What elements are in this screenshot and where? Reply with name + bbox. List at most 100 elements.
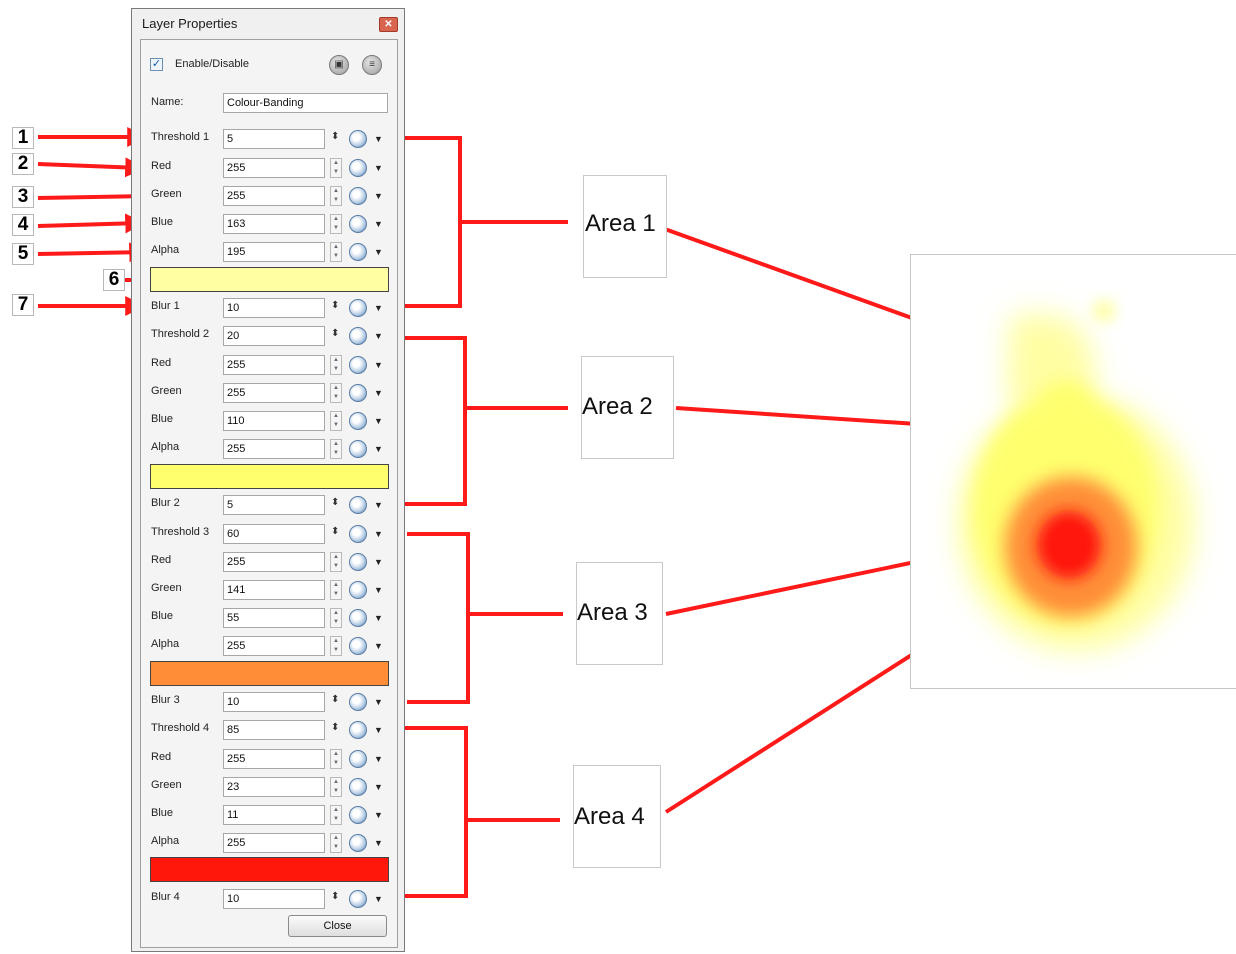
green-4-function-icon[interactable] (349, 778, 367, 796)
blue-1-spinner[interactable]: ▲ ▼ (330, 214, 342, 234)
red-3-field[interactable]: 255 (223, 552, 325, 572)
threshold-1-function-icon[interactable] (349, 130, 367, 148)
red-4-dropdown-icon[interactable]: ▼ (374, 754, 383, 764)
threshold-3-function-icon[interactable] (349, 525, 367, 543)
alpha-3-dropdown-icon[interactable]: ▼ (374, 641, 383, 651)
threshold-2-stepper-icon[interactable]: ⬍ (331, 328, 339, 339)
colour-swatch-4[interactable] (150, 857, 389, 882)
blur-2-dropdown-icon[interactable]: ▼ (374, 500, 383, 510)
blue-1-field[interactable]: 163 (223, 214, 325, 234)
red-1-function-icon[interactable] (349, 159, 367, 177)
blur-1-stepper-icon[interactable]: ⬍ (331, 300, 339, 311)
blur-4-dropdown-icon[interactable]: ▼ (374, 894, 383, 904)
green-3-dropdown-icon[interactable]: ▼ (374, 585, 383, 595)
green-1-function-icon[interactable] (349, 187, 367, 205)
threshold-4-field[interactable]: 85 (223, 720, 325, 740)
blur-1-function-icon[interactable] (349, 299, 367, 317)
blur-4-stepper-icon[interactable]: ⬍ (331, 891, 339, 902)
threshold-2-field[interactable]: 20 (223, 326, 325, 346)
red-3-dropdown-icon[interactable]: ▼ (374, 557, 383, 567)
red-4-field[interactable]: 255 (223, 749, 325, 769)
blue-3-field[interactable]: 55 (223, 608, 325, 628)
alpha-1-dropdown-icon[interactable]: ▼ (374, 247, 383, 257)
alpha-3-spinner[interactable]: ▲ ▼ (330, 636, 342, 656)
blue-2-dropdown-icon[interactable]: ▼ (374, 416, 383, 426)
red-2-function-icon[interactable] (349, 356, 367, 374)
blue-1-dropdown-icon[interactable]: ▼ (374, 219, 383, 229)
blur-3-field[interactable]: 10 (223, 692, 325, 712)
alpha-1-function-icon[interactable] (349, 243, 367, 261)
threshold-4-stepper-icon[interactable]: ⬍ (331, 722, 339, 733)
green-1-field[interactable]: 255 (223, 186, 325, 206)
green-2-field[interactable]: 255 (223, 383, 325, 403)
threshold-1-stepper-icon[interactable]: ⬍ (331, 131, 339, 142)
alpha-3-field[interactable]: 255 (223, 636, 325, 656)
name-field[interactable]: Colour-Banding (223, 93, 388, 113)
alpha-2-spinner[interactable]: ▲ ▼ (330, 439, 342, 459)
red-3-function-icon[interactable] (349, 553, 367, 571)
alpha-2-function-icon[interactable] (349, 440, 367, 458)
blur-4-field[interactable]: 10 (223, 889, 325, 909)
green-3-spinner[interactable]: ▲ ▼ (330, 580, 342, 600)
green-4-field[interactable]: 23 (223, 777, 325, 797)
threshold-3-field[interactable]: 60 (223, 524, 325, 544)
alpha-4-field[interactable]: 255 (223, 833, 325, 853)
blue-1-function-icon[interactable] (349, 215, 367, 233)
lock-icon[interactable]: ▣ (329, 55, 349, 75)
blur-2-field[interactable]: 5 (223, 495, 325, 515)
threshold-2-function-icon[interactable] (349, 327, 367, 345)
close-x-icon[interactable]: ✕ (379, 17, 398, 32)
red-1-dropdown-icon[interactable]: ▼ (374, 163, 383, 173)
blue-2-field[interactable]: 110 (223, 411, 325, 431)
green-2-function-icon[interactable] (349, 384, 367, 402)
green-4-dropdown-icon[interactable]: ▼ (374, 782, 383, 792)
blue-4-field[interactable]: 11 (223, 805, 325, 825)
blur-2-stepper-icon[interactable]: ⬍ (331, 497, 339, 508)
threshold-3-dropdown-icon[interactable]: ▼ (374, 529, 383, 539)
green-1-dropdown-icon[interactable]: ▼ (374, 191, 383, 201)
enable-checkbox[interactable]: ✓ (150, 58, 163, 71)
alpha-4-function-icon[interactable] (349, 834, 367, 852)
green-2-dropdown-icon[interactable]: ▼ (374, 388, 383, 398)
red-1-spinner[interactable]: ▲ ▼ (330, 158, 342, 178)
blue-3-function-icon[interactable] (349, 609, 367, 627)
alpha-3-function-icon[interactable] (349, 637, 367, 655)
threshold-4-dropdown-icon[interactable]: ▼ (374, 725, 383, 735)
colour-swatch-3[interactable] (150, 661, 389, 686)
red-4-spinner[interactable]: ▲ ▼ (330, 749, 342, 769)
threshold-3-stepper-icon[interactable]: ⬍ (331, 526, 339, 537)
close-button[interactable]: Close (288, 915, 387, 937)
red-3-spinner[interactable]: ▲ ▼ (330, 552, 342, 572)
alpha-4-spinner[interactable]: ▲ ▼ (330, 833, 342, 853)
blue-3-spinner[interactable]: ▲ ▼ (330, 608, 342, 628)
threshold-2-dropdown-icon[interactable]: ▼ (374, 331, 383, 341)
blur-3-dropdown-icon[interactable]: ▼ (374, 697, 383, 707)
alpha-2-dropdown-icon[interactable]: ▼ (374, 444, 383, 454)
blue-4-spinner[interactable]: ▲ ▼ (330, 805, 342, 825)
threshold-4-function-icon[interactable] (349, 721, 367, 739)
blue-4-dropdown-icon[interactable]: ▼ (374, 810, 383, 820)
alpha-1-field[interactable]: 195 (223, 242, 325, 262)
blur-2-function-icon[interactable] (349, 496, 367, 514)
colour-swatch-1[interactable] (150, 267, 389, 292)
green-4-spinner[interactable]: ▲ ▼ (330, 777, 342, 797)
green-1-spinner[interactable]: ▲ ▼ (330, 186, 342, 206)
blue-2-spinner[interactable]: ▲ ▼ (330, 411, 342, 431)
red-1-field[interactable]: 255 (223, 158, 325, 178)
alpha-2-field[interactable]: 255 (223, 439, 325, 459)
blur-1-dropdown-icon[interactable]: ▼ (374, 303, 383, 313)
alpha-1-spinner[interactable]: ▲ ▼ (330, 242, 342, 262)
green-2-spinner[interactable]: ▲ ▼ (330, 383, 342, 403)
alpha-4-dropdown-icon[interactable]: ▼ (374, 838, 383, 848)
threshold-1-field[interactable]: 5 (223, 129, 325, 149)
database-icon[interactable]: ≡ (362, 55, 382, 75)
blue-2-function-icon[interactable] (349, 412, 367, 430)
red-2-dropdown-icon[interactable]: ▼ (374, 360, 383, 370)
blur-3-function-icon[interactable] (349, 693, 367, 711)
red-2-field[interactable]: 255 (223, 355, 325, 375)
green-3-function-icon[interactable] (349, 581, 367, 599)
blur-3-stepper-icon[interactable]: ⬍ (331, 694, 339, 705)
blur-1-field[interactable]: 10 (223, 298, 325, 318)
threshold-1-dropdown-icon[interactable]: ▼ (374, 134, 383, 144)
colour-swatch-2[interactable] (150, 464, 389, 489)
